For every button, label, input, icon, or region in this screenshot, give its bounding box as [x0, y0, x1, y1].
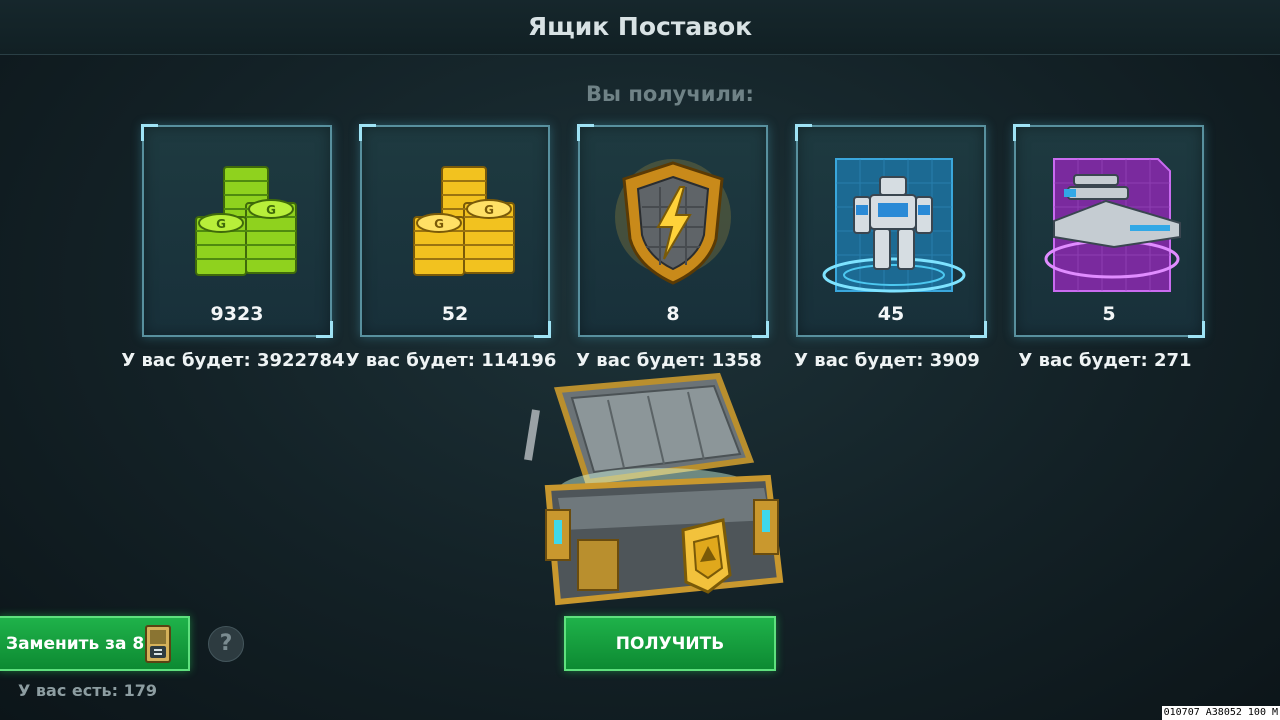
reward-card-robot[interactable]: 45	[795, 124, 987, 338]
reward-card-shield-badge[interactable]: 8	[577, 124, 769, 338]
help-icon[interactable]: ?	[208, 626, 244, 662]
green-credits-icon: G G	[195, 166, 297, 276]
reward-card-weapon[interactable]: 5	[1013, 124, 1205, 338]
gold-credits-icon: G G	[413, 166, 515, 276]
debug-overlay-text: 010707 A38052 100 M	[1161, 706, 1280, 720]
supply-chip-icon	[145, 625, 171, 663]
svg-text:G: G	[216, 217, 226, 231]
header-bar: Ящик Поставок	[0, 0, 1280, 55]
reward-count: 9323	[210, 303, 264, 325]
weapon-card-icon	[1044, 158, 1181, 292]
supply-chest-icon	[524, 372, 784, 606]
energy-shield-badge-icon	[615, 159, 731, 285]
replace-button-label: Заменить за 8	[6, 633, 145, 654]
robot-card-icon	[822, 158, 966, 293]
get-button[interactable]: ПОЛУЧИТЬ	[564, 616, 776, 671]
svg-text:G: G	[484, 203, 494, 217]
will-have-label: У вас будет: 114196	[345, 350, 557, 371]
will-have-label: У вас будет: 3922784	[121, 350, 345, 371]
reward-count: 5	[1102, 303, 1116, 325]
page-title: Ящик Поставок	[527, 12, 753, 41]
reward-count: 52	[441, 303, 469, 325]
reward-card-gold-credits[interactable]: G G 52	[359, 124, 551, 338]
will-have-label: У вас будет: 1358	[576, 350, 762, 371]
will-have-label: У вас будет: 3909	[794, 350, 980, 371]
owned-count-label: У вас есть: 179	[18, 681, 157, 700]
reward-card-green-credits[interactable]: G G 9323	[141, 124, 333, 338]
replace-button[interactable]: Заменить за 8	[0, 616, 190, 671]
reward-count: 8	[666, 303, 680, 325]
svg-text:G: G	[434, 217, 444, 231]
reward-count: 45	[877, 303, 905, 325]
rewards-label: Вы получили:	[586, 82, 754, 106]
svg-text:G: G	[266, 203, 276, 217]
will-have-label: У вас будет: 271	[1018, 350, 1192, 371]
